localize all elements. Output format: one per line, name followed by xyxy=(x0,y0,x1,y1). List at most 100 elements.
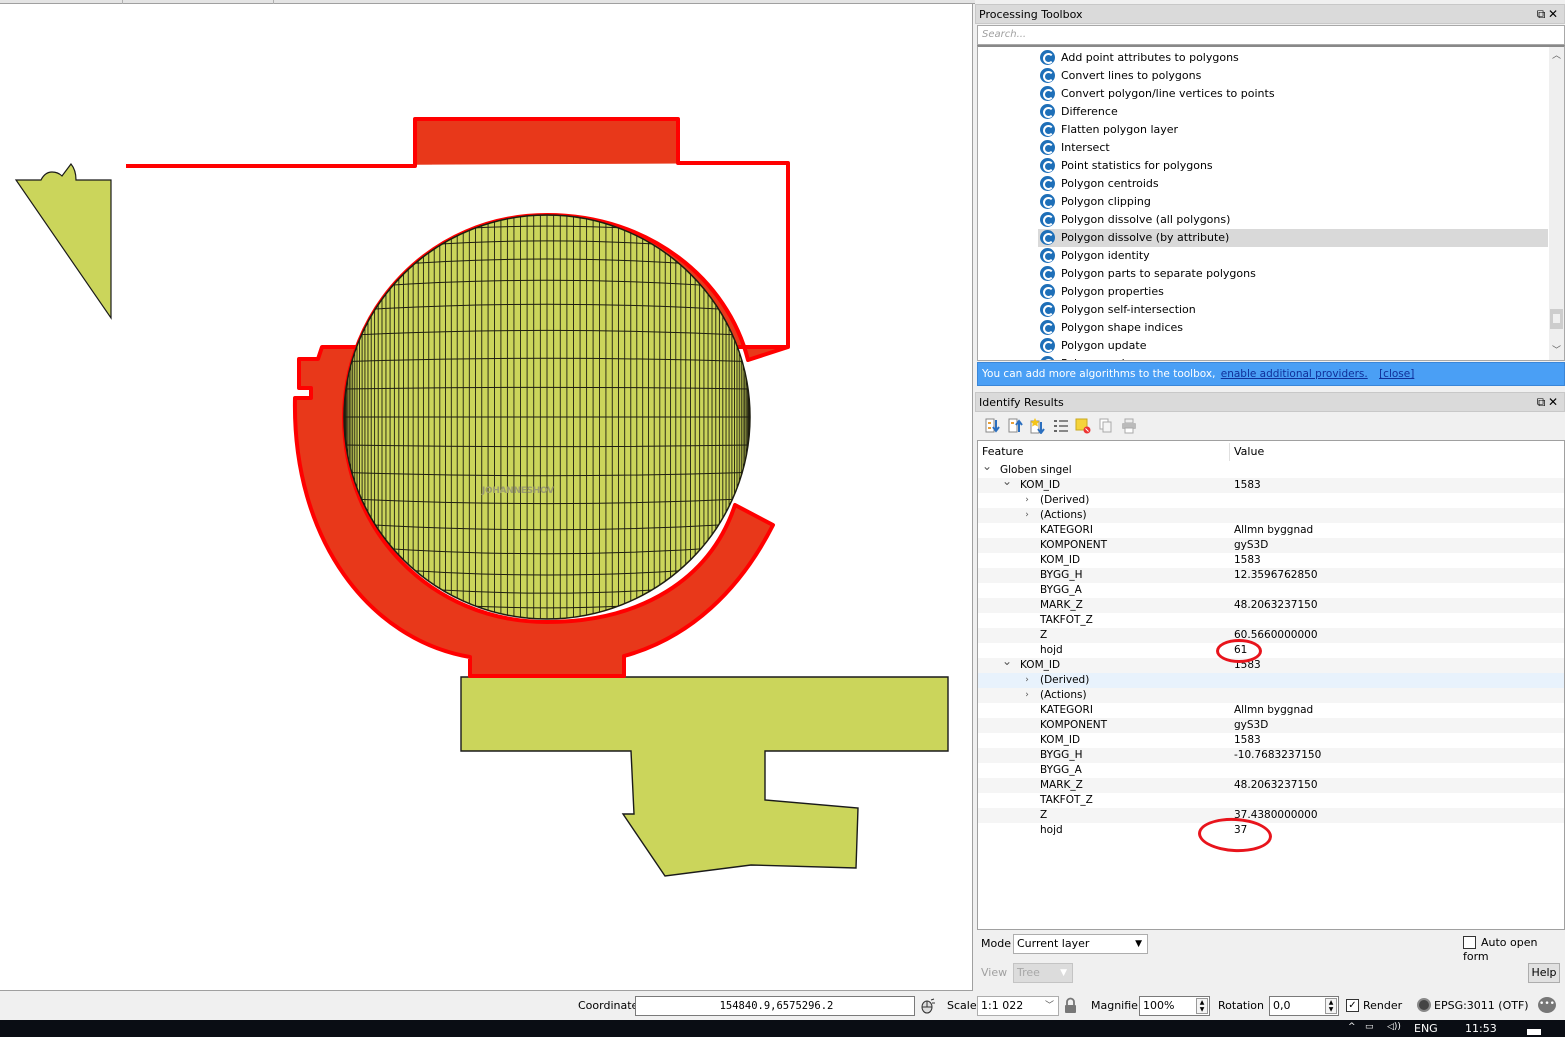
algorithm-item[interactable]: Add point attributes to polygons xyxy=(1038,49,1548,67)
magnifier-spinbox[interactable]: 100% ▲ ▼ xyxy=(1139,996,1210,1016)
attribute-row[interactable]: MARK_Z 48.2063237150 xyxy=(978,598,1564,613)
mouse-toggle-icon[interactable] xyxy=(919,998,935,1014)
attribute-row[interactable]: Z 37.4380000000 xyxy=(978,808,1564,823)
algorithm-item[interactable]: Point statistics for polygons xyxy=(1038,157,1548,175)
chevron-down-icon[interactable]: ⌄ xyxy=(1002,474,1012,489)
coordinate-field[interactable]: 154840.9,6575296.2 xyxy=(635,996,915,1016)
layer-row[interactable]: ⌄ Globen singel xyxy=(978,459,1564,478)
collapse-tree-icon[interactable] xyxy=(1008,418,1024,434)
network-icon[interactable]: ▭ xyxy=(1365,1022,1374,1032)
action-center-icon[interactable] xyxy=(1527,1029,1541,1035)
attribute-row[interactable]: hojd 37 xyxy=(978,823,1564,838)
spin-arrows-icon[interactable]: ▲ ▼ xyxy=(1196,998,1208,1014)
actions-row[interactable]: › (Actions) xyxy=(978,508,1564,523)
derived-row[interactable]: › (Derived) xyxy=(978,673,1564,688)
feature-row[interactable]: ⌄ KOM_ID 1583 xyxy=(978,654,1564,673)
algorithm-item[interactable]: Polygon self-intersection xyxy=(1038,301,1548,319)
attribute-row[interactable]: KATEGORI Allmn byggnad xyxy=(978,703,1564,718)
building-polygon-lower[interactable] xyxy=(460,676,949,877)
algorithm-item[interactable]: Polygon centroids xyxy=(1038,175,1548,193)
algorithm-item[interactable]: Polygon dissolve (by attribute) xyxy=(1038,229,1548,247)
algorithm-item[interactable]: Polygon update xyxy=(1038,337,1548,355)
clear-highlight-icon[interactable] xyxy=(1075,418,1091,434)
scale-select[interactable]: 1:1 022 ﹀ xyxy=(977,996,1059,1016)
saga-algorithm-icon xyxy=(1040,283,1055,299)
chevron-right-icon[interactable]: › xyxy=(1022,508,1032,523)
scroll-down-icon[interactable]: ﹀ xyxy=(1549,344,1564,358)
tree-view-icon[interactable] xyxy=(1053,418,1069,434)
close-panel-icon[interactable]: ✕ xyxy=(1548,393,1560,412)
status-bar: Coordinate 154840.9,6575296.2 Scale 1:1 … xyxy=(0,992,1565,1020)
algorithm-label: Polygon properties xyxy=(1061,285,1164,298)
algorithm-item[interactable]: Polygon shape indices xyxy=(1038,319,1548,337)
value-column-header[interactable]: Value xyxy=(1234,445,1264,458)
scroll-up-icon[interactable]: ︿ xyxy=(1549,49,1564,63)
map-canvas[interactable]: JOHANNESHOV xyxy=(0,4,973,991)
attribute-row[interactable]: KOM_ID 1583 xyxy=(978,733,1564,748)
attribute-row[interactable]: KOM_ID 1583 xyxy=(978,553,1564,568)
derived-row[interactable]: › (Derived) xyxy=(978,493,1564,508)
attribute-row[interactable]: Z 60.5660000000 xyxy=(978,628,1564,643)
print-icon[interactable] xyxy=(1121,418,1137,434)
attribute-row[interactable]: KOMPONENT gyS3D xyxy=(978,538,1564,553)
float-panel-icon[interactable]: ⧉ xyxy=(1536,393,1548,412)
toolbox-search-input[interactable]: Search... xyxy=(977,25,1565,45)
feature-cell: TAKFOT_Z xyxy=(1040,794,1093,806)
attribute-row[interactable]: hojd 61 xyxy=(978,643,1564,658)
lock-scale-icon[interactable] xyxy=(1064,997,1077,1014)
algorithm-item[interactable]: Polygon properties xyxy=(1038,283,1548,301)
render-checkbox[interactable]: ✓ Render xyxy=(1346,998,1402,1013)
algorithm-item[interactable]: Polygon parts to separate polygons xyxy=(1038,265,1548,283)
scrollbar-thumb[interactable] xyxy=(1550,309,1563,329)
chevron-right-icon[interactable]: › xyxy=(1022,673,1032,688)
chevron-right-icon[interactable]: › xyxy=(1022,688,1032,703)
spin-arrows-icon[interactable]: ▲ ▼ xyxy=(1325,998,1337,1014)
algorithm-item[interactable]: Convert lines to polygons xyxy=(1038,67,1548,85)
actions-row[interactable]: › (Actions) xyxy=(978,688,1564,703)
attribute-row[interactable]: KOMPONENT gyS3D xyxy=(978,718,1564,733)
chevron-down-icon[interactable]: ⌄ xyxy=(1002,654,1012,669)
algorithm-item[interactable]: Intersect xyxy=(1038,139,1548,157)
checkbox-checked-icon: ✓ xyxy=(1346,998,1359,1012)
attribute-row[interactable]: BYGG_H -10.7683237150 xyxy=(978,748,1564,763)
auto-open-form-checkbox[interactable]: Auto open form xyxy=(1463,935,1565,963)
toolbox-scrollbar[interactable]: ︿ ﹀ xyxy=(1549,47,1564,360)
feature-column-header[interactable]: Feature xyxy=(982,445,1024,458)
panel-title: Identify Results xyxy=(979,396,1064,409)
attribute-row[interactable]: TAKFOT_Z xyxy=(978,613,1564,628)
algorithm-item[interactable]: Polygon clipping xyxy=(1038,193,1548,211)
volume-icon[interactable]: ◁)) xyxy=(1387,1022,1401,1032)
crs-button[interactable]: EPSG:3011 (OTF) xyxy=(1417,998,1529,1013)
expand-tree-icon[interactable] xyxy=(985,418,1001,434)
chevron-down-icon[interactable]: ⌄ xyxy=(982,459,992,474)
algorithm-item[interactable]: Convert polygon/line vertices to points xyxy=(1038,85,1548,103)
attribute-row[interactable]: BYGG_H 12.3596762850 xyxy=(978,568,1564,583)
algorithm-label: Add point attributes to polygons xyxy=(1061,51,1239,64)
attribute-row[interactable]: BYGG_A xyxy=(978,583,1564,598)
close-info-link[interactable]: [close] xyxy=(1379,368,1414,380)
enable-providers-link[interactable]: enable additional providers. xyxy=(1221,368,1368,380)
close-panel-icon[interactable]: ✕ xyxy=(1548,5,1560,24)
chevron-right-icon[interactable]: › xyxy=(1022,493,1032,508)
attribute-row[interactable]: BYGG_A xyxy=(978,763,1564,778)
attribute-row[interactable]: KATEGORI Allmn byggnad xyxy=(978,523,1564,538)
attribute-row[interactable]: TAKFOT_Z xyxy=(978,793,1564,808)
help-button[interactable]: Help xyxy=(1528,963,1560,983)
feature-row[interactable]: ⌄ KOM_ID 1583 xyxy=(978,474,1564,493)
algorithm-item[interactable]: Flatten polygon layer xyxy=(1038,121,1548,139)
algorithm-item[interactable]: Polygon identity xyxy=(1038,247,1548,265)
rotation-spinbox[interactable]: 0,0 ▲ ▼ xyxy=(1269,996,1339,1016)
float-panel-icon[interactable]: ⧉ xyxy=(1536,5,1548,24)
clock[interactable]: 11:53 xyxy=(1465,1022,1497,1035)
mode-select[interactable]: Current layer ▼ xyxy=(1013,934,1148,954)
attribute-row[interactable]: MARK_Z 48.2063237150 xyxy=(978,778,1564,793)
copy-icon[interactable] xyxy=(1098,418,1114,434)
language-indicator[interactable]: ENG xyxy=(1414,1022,1438,1035)
tray-chevron-icon[interactable]: ^ xyxy=(1348,1022,1356,1032)
algorithm-item[interactable]: Polygon union xyxy=(1038,355,1548,360)
building-polygon-triangle[interactable] xyxy=(14,163,112,320)
expand-new-results-icon[interactable] xyxy=(1030,418,1046,434)
algorithm-item[interactable]: Polygon dissolve (all polygons) xyxy=(1038,211,1548,229)
algorithm-item[interactable]: Difference xyxy=(1038,103,1548,121)
messages-icon[interactable]: ••• xyxy=(1538,997,1556,1013)
